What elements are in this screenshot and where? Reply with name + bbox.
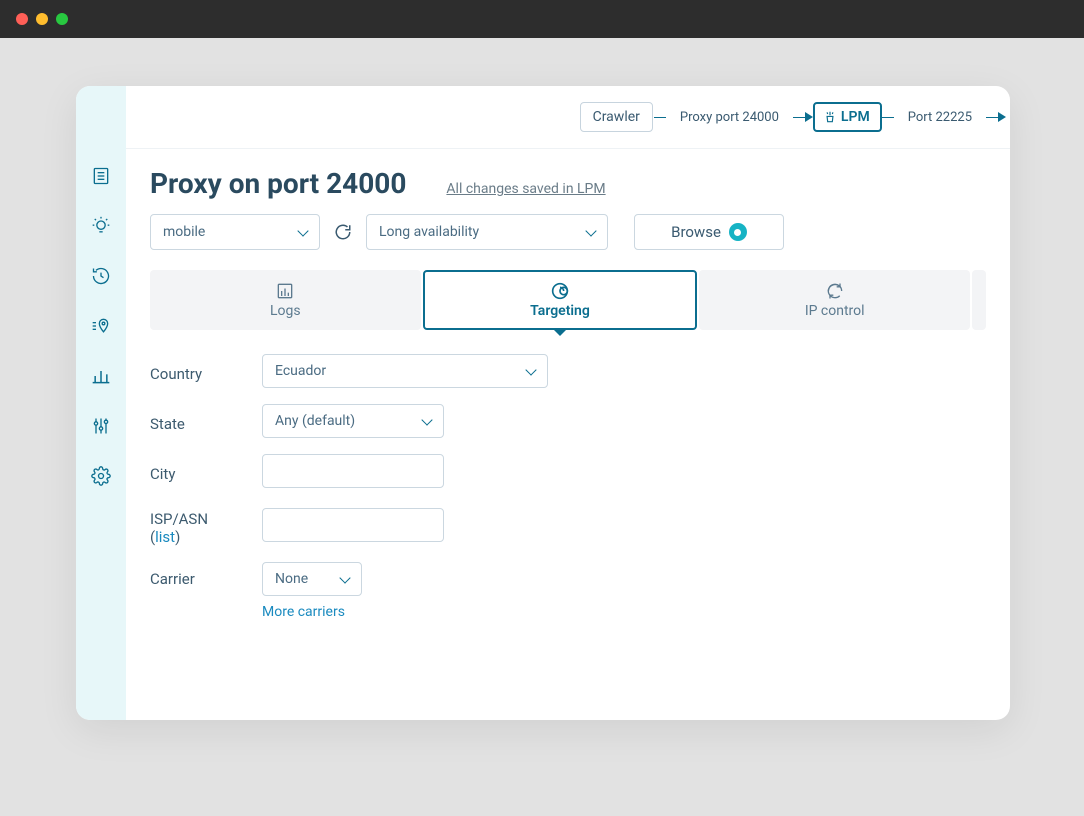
overview-icon[interactable] [89,164,113,188]
breadcrumb-proxy-port: Proxy port 24000 [666,110,793,125]
location-icon[interactable] [89,314,113,338]
tabs: Logs Targeting IP control [150,270,986,330]
lpm-icon [823,110,837,124]
sliders-icon[interactable] [89,414,113,438]
carrier-select[interactable]: None [262,562,362,596]
window-close-icon[interactable] [16,13,28,25]
rotate-icon [825,281,845,301]
tab-targeting-label: Targeting [530,303,590,319]
country-label: Country [150,359,242,383]
country-select[interactable]: Ecuador [262,354,548,388]
sidebar [76,86,126,720]
city-label: City [150,459,242,483]
window-titlebar [0,0,1084,38]
idea-icon[interactable] [89,214,113,238]
more-carriers-link[interactable]: More carriers [262,604,362,620]
tab-logs[interactable]: Logs [150,270,421,330]
chevron-down-icon [339,572,350,583]
targeting-form: Country Ecuador State Any (default) [150,354,986,620]
settings-icon[interactable] [89,464,113,488]
arrow-right-icon [998,112,1006,122]
breadcrumb-lpm-label: LPM [841,109,870,125]
tab-ip-control-label: IP control [805,303,865,319]
isp-list-link[interactable]: list [155,528,175,546]
state-label: State [150,409,242,433]
chevron-down-icon [585,225,596,236]
proxy-type-value: mobile [163,224,205,240]
saved-indicator[interactable]: All changes saved in LPM [446,181,605,197]
arrow-right-icon [805,112,813,122]
state-select[interactable]: Any (default) [262,404,444,438]
availability-select[interactable]: Long availability [366,214,608,250]
proxy-type-select[interactable]: mobile [150,214,320,250]
isp-asn-input[interactable] [262,508,444,542]
city-input[interactable] [262,454,444,488]
breadcrumb-crawler[interactable]: Crawler [580,102,653,132]
window-maximize-icon[interactable] [56,13,68,25]
page-title: Proxy on port 24000 [150,167,406,200]
tab-more[interactable] [972,270,986,330]
main-panel: Crawler Proxy port 24000 LPM Port 22225 … [126,86,1010,720]
tab-ip-control[interactable]: IP control [699,270,970,330]
browse-button[interactable]: Browse [634,214,784,250]
window-minimize-icon[interactable] [36,13,48,25]
tab-targeting[interactable]: Targeting [423,270,698,330]
breadcrumb-port: Port 22225 [894,110,986,125]
chrome-icon [729,223,747,241]
state-value: Any (default) [275,413,355,429]
logs-icon [275,281,295,301]
country-value: Ecuador [275,363,326,379]
refresh-icon [334,223,352,241]
carrier-label: Carrier [150,562,242,588]
history-icon[interactable] [89,264,113,288]
carrier-value: None [275,571,308,587]
stats-icon[interactable] [89,364,113,388]
browse-label: Browse [671,223,721,241]
isp-asn-label: ISP/ASN (list) [150,504,242,546]
chevron-down-icon [297,225,308,236]
target-icon [549,281,571,301]
app-container: Crawler Proxy port 24000 LPM Port 22225 … [76,86,1010,720]
breadcrumb: Crawler Proxy port 24000 LPM Port 22225 [126,86,1010,148]
refresh-button[interactable] [332,221,354,243]
tab-logs-label: Logs [270,303,301,319]
availability-value: Long availability [379,224,479,240]
chevron-down-icon [525,364,536,375]
chevron-down-icon [421,414,432,425]
breadcrumb-lpm[interactable]: LPM [813,102,882,132]
